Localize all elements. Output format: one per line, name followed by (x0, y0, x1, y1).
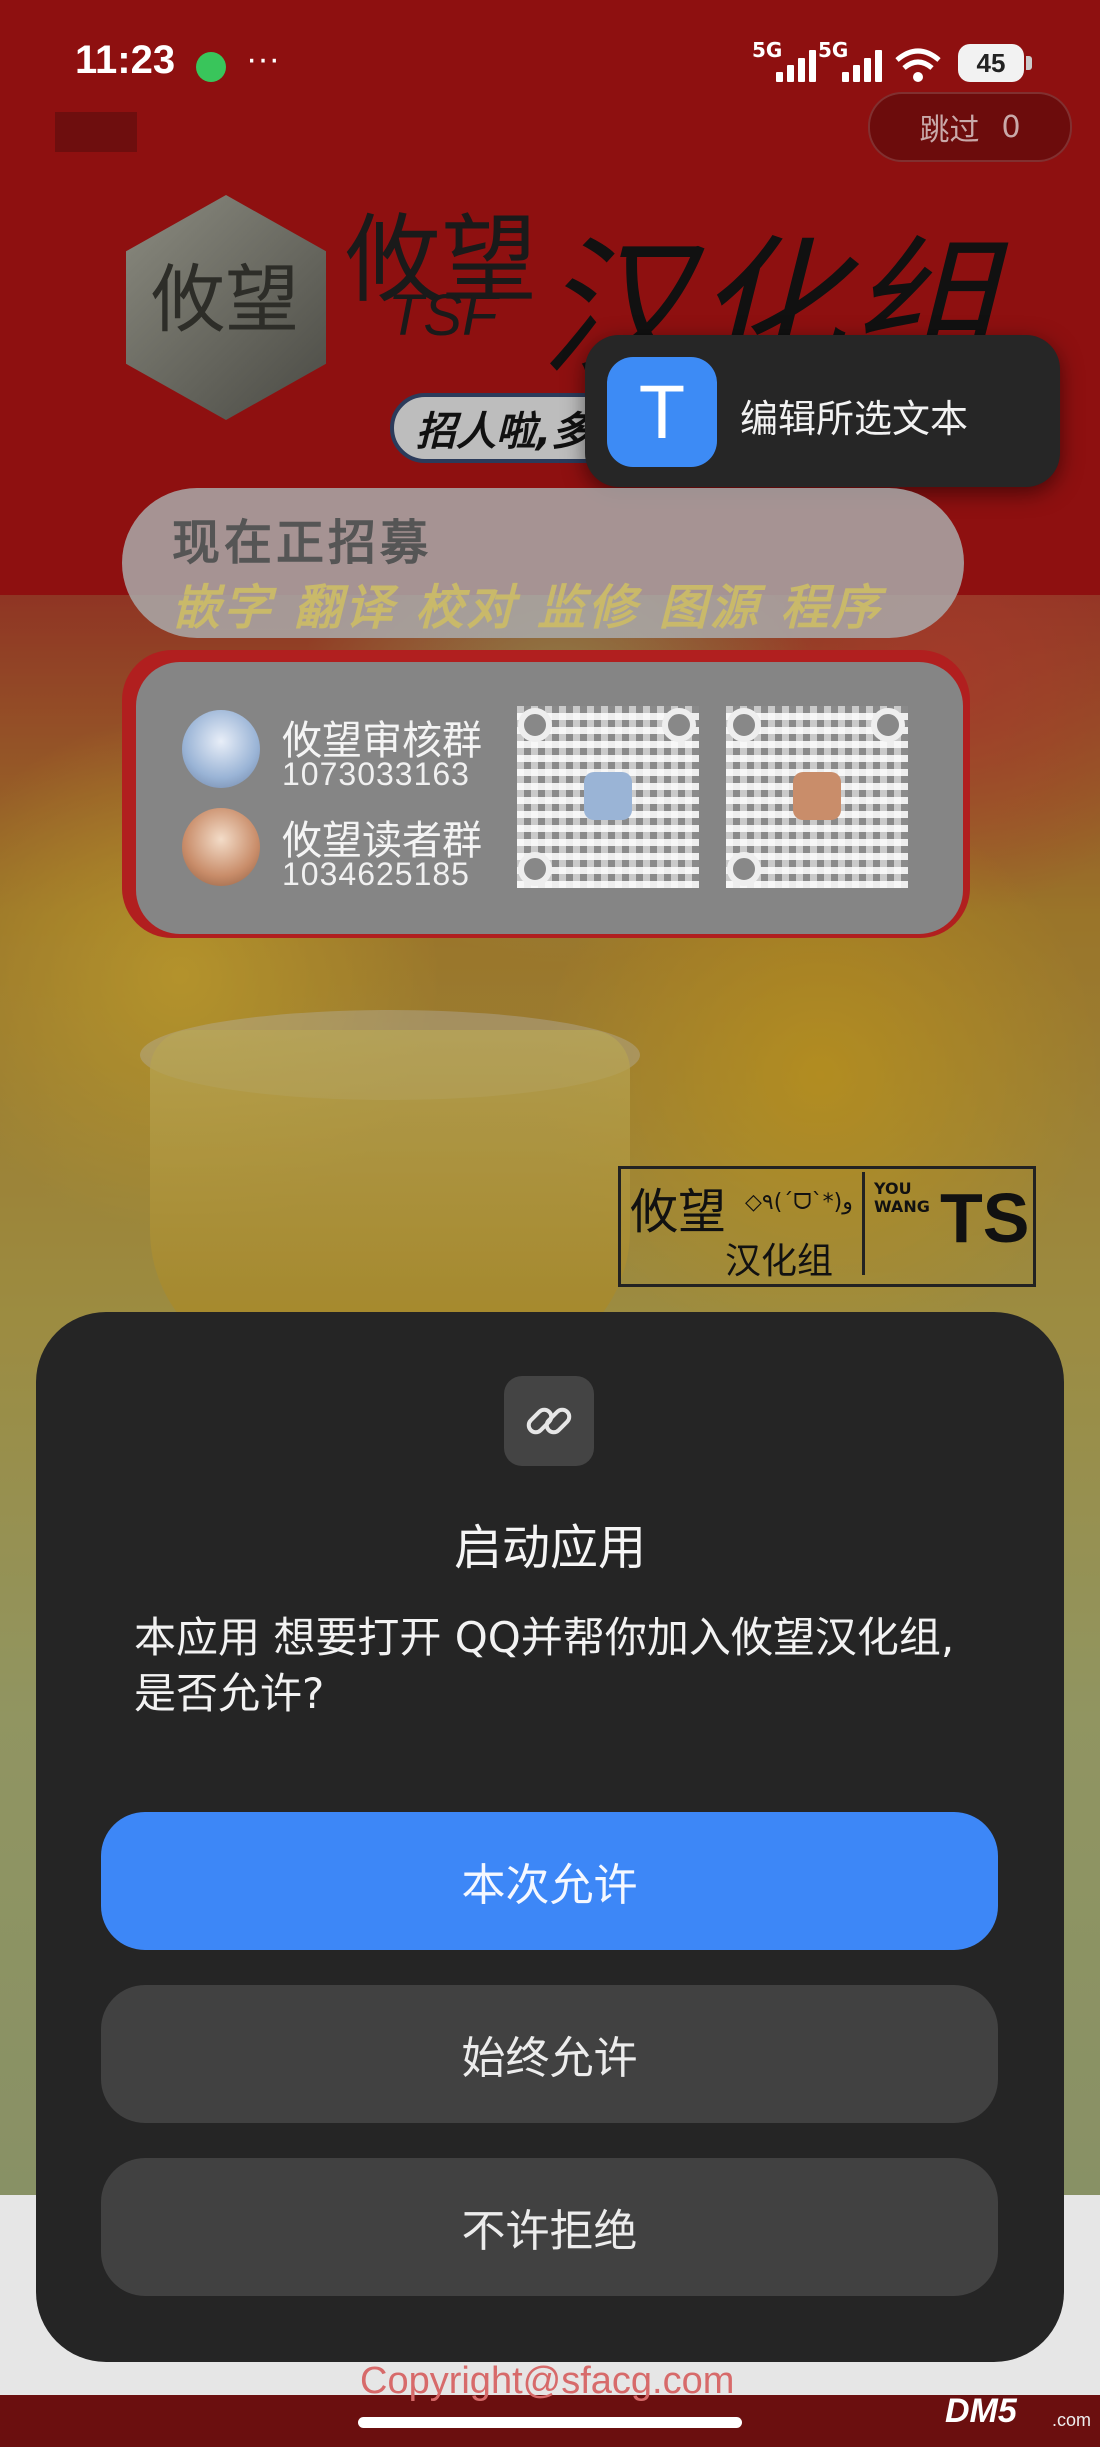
wifi-icon (895, 48, 941, 82)
battery-icon: 45 (958, 44, 1024, 82)
qr-finder (871, 708, 905, 742)
deny-button[interactable]: 不许拒绝 (101, 2158, 998, 2296)
qr-finder (662, 708, 696, 742)
home-indicator[interactable] (358, 2417, 742, 2428)
stamp-ts-logo: TS (940, 1179, 1030, 1257)
skip-button[interactable]: 跳过 0 (868, 92, 1072, 162)
logo-tsf: TSF (388, 283, 498, 348)
qr-center-avatar (584, 772, 632, 820)
qr-finder (727, 852, 761, 886)
stamp-line2: 汉化组 (725, 1241, 834, 1282)
recruit-title: 现在正招募 (172, 515, 433, 571)
signal-icon-2 (842, 48, 882, 82)
group-number: 1073033163 (282, 756, 470, 792)
stamp-emoticon: ◇٩(ˊᗜˋ*)و (745, 1190, 853, 1215)
more-notifications-icon: ··· (246, 40, 280, 78)
stamp-line1: 攸望 (630, 1184, 727, 1240)
skip-countdown: 0 (1001, 109, 1021, 145)
avatar (182, 710, 260, 788)
signal-icon (776, 48, 816, 82)
logo-emblem-text: 攸望 (151, 257, 299, 343)
qr-finder (727, 708, 761, 742)
watermark-logo: DM5 (945, 2392, 1017, 2430)
watermark-suffix: .com (1052, 2410, 1092, 2430)
dialog-title: 启动应用 (453, 1520, 646, 1576)
footer-copyright: Copyright@sfacg.com (360, 2360, 735, 2402)
edit-text-label[interactable]: 编辑所选文本 (740, 388, 968, 443)
qr-finder (518, 852, 552, 886)
avatar (182, 808, 260, 886)
allow-once-button[interactable]: 本次允许 (101, 1812, 998, 1950)
placeholder-block (55, 112, 137, 152)
link-icon-glyph (526, 1407, 572, 1435)
qr-center-avatar (793, 772, 841, 820)
status-time: 11:23 (75, 38, 176, 82)
text-edit-icon[interactable]: T (607, 357, 717, 467)
allow-always-button[interactable]: 始终允许 (101, 1985, 998, 2123)
qr-finder (518, 708, 552, 742)
skip-label: 跳过 (919, 113, 980, 148)
stamp-side-text: YOU WANG (874, 1179, 930, 1216)
link-icon (504, 1376, 594, 1466)
message-icon (196, 52, 226, 82)
recruit-roles: 嵌字 翻译 校对 监修 图源 程序 (172, 580, 883, 636)
group-number: 1034625185 (282, 856, 470, 892)
stamp-divider (862, 1172, 865, 1275)
dialog-message: 本应用 想要打开 QQ并帮你加入攸望汉化组,是否允许? (134, 1613, 955, 1718)
battery-cap (1026, 56, 1032, 70)
